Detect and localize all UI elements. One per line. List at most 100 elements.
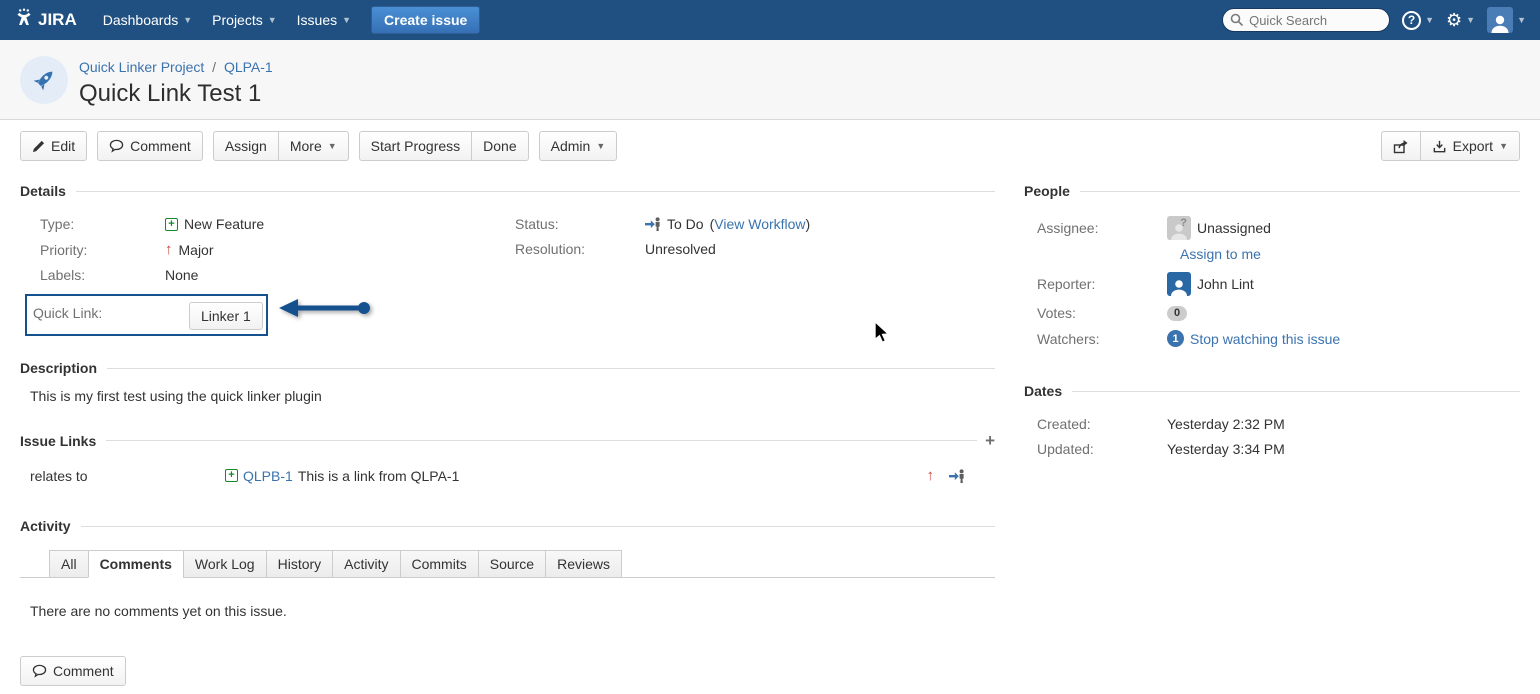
tab-work-log[interactable]: Work Log: [183, 550, 267, 578]
linker-1-button[interactable]: Linker 1: [189, 302, 263, 330]
edit-button-label: Edit: [51, 138, 75, 154]
divider: [106, 440, 977, 441]
no-comments-message: There are no comments yet on this issue.: [30, 603, 995, 619]
more-button[interactable]: More ▼: [278, 131, 349, 161]
jira-logo-icon: [14, 8, 34, 33]
question-mark-icon: ?: [1180, 217, 1187, 229]
assignee-row: Assignee: ? Unassigned: [1024, 212, 1520, 245]
resolution-value: Unresolved: [645, 241, 716, 257]
linked-issue-key[interactable]: QLPB-1: [243, 468, 293, 484]
todo-status-icon: [645, 216, 661, 232]
chevron-down-icon: ▼: [342, 15, 351, 25]
done-button[interactable]: Done: [471, 131, 528, 161]
divider: [107, 368, 995, 369]
assignee-value: Unassigned: [1197, 220, 1271, 236]
nav-dashboards[interactable]: Dashboards ▼: [93, 0, 202, 40]
description-heading: Description: [20, 360, 97, 376]
labels-row: Labels: None: [20, 263, 495, 288]
comment-button-bottom[interactable]: Comment: [20, 656, 126, 686]
type-row: Type: + New Feature: [20, 212, 495, 237]
assign-button[interactable]: Assign: [213, 131, 279, 161]
nav-issues[interactable]: Issues ▼: [287, 0, 361, 40]
admin-settings-menu[interactable]: ⚙ ▼: [1446, 11, 1475, 29]
link-relation: relates to: [30, 468, 225, 484]
tab-comments[interactable]: Comments: [88, 550, 184, 578]
add-link-icon[interactable]: +: [985, 432, 995, 449]
reporter-label: Reporter:: [1024, 276, 1167, 292]
page-title: Quick Link Test 1: [79, 80, 273, 108]
comment-button-label: Comment: [130, 138, 191, 154]
help-menu[interactable]: ? ▼: [1402, 11, 1434, 30]
breadcrumb: Quick Linker Project / QLPA-1: [79, 59, 273, 75]
people-section: People Assignee: ? Unassigned: [1024, 183, 1520, 352]
start-progress-button[interactable]: Start Progress: [359, 131, 472, 161]
divider: [1072, 391, 1520, 392]
updated-row: Updated: Yesterday 3:34 PM: [1024, 437, 1520, 462]
priority-major-icon: ↑: [165, 241, 173, 258]
admin-button[interactable]: Admin ▼: [539, 131, 618, 161]
votes-badge[interactable]: 0: [1167, 306, 1187, 321]
tab-history[interactable]: History: [266, 550, 334, 578]
activity-tabs: All Comments Work Log History Activity C…: [20, 550, 995, 578]
status-value: To Do: [667, 216, 704, 232]
stop-watching-link[interactable]: Stop watching this issue: [1190, 331, 1340, 347]
new-feature-icon: +: [225, 469, 238, 482]
issue-header: Quick Linker Project / QLPA-1 Quick Link…: [0, 40, 1540, 120]
top-navbar: JIRA Dashboards ▼ Projects ▼ Issues ▼ Cr…: [0, 0, 1540, 40]
annotation-arrow: [276, 296, 372, 320]
watchers-badge[interactable]: 1: [1167, 330, 1184, 347]
dates-section: Dates Created: Yesterday 2:32 PM Updated…: [1024, 383, 1520, 462]
breadcrumb-issue-link[interactable]: QLPA-1: [224, 59, 273, 75]
labels-label: Labels:: [20, 267, 165, 283]
chevron-down-icon: ▼: [1425, 15, 1434, 25]
created-label: Created:: [1024, 416, 1167, 432]
assign-to-me-link[interactable]: Assign to me: [1180, 246, 1261, 262]
speech-bubble-icon: [32, 664, 47, 678]
comment-button[interactable]: Comment: [97, 131, 203, 161]
breadcrumb-project-link[interactable]: Quick Linker Project: [79, 59, 204, 75]
share-icon: [1393, 139, 1409, 154]
export-download-icon: [1432, 139, 1447, 154]
updated-label: Updated:: [1024, 441, 1167, 457]
priority-row: Priority: ↑ Major: [20, 237, 495, 263]
tab-all[interactable]: All: [49, 550, 89, 578]
priority-major-icon: ↑: [927, 467, 935, 484]
share-button[interactable]: [1381, 131, 1421, 161]
nav-projects[interactable]: Projects ▼: [202, 0, 287, 40]
chevron-down-icon: ▼: [1466, 15, 1475, 25]
search-input[interactable]: [1222, 8, 1390, 32]
tab-commits[interactable]: Commits: [400, 550, 479, 578]
breadcrumb-separator: /: [208, 59, 220, 75]
jira-logo[interactable]: JIRA: [14, 8, 77, 33]
export-button[interactable]: Export ▼: [1420, 131, 1520, 161]
create-issue-button[interactable]: Create issue: [371, 6, 480, 34]
watchers-row: Watchers: 1 Stop watching this issue: [1024, 326, 1520, 352]
edit-button[interactable]: Edit: [20, 131, 87, 161]
chevron-down-icon: ▼: [183, 15, 192, 25]
votes-row: Votes: 0: [1024, 301, 1520, 326]
resolution-label: Resolution:: [495, 241, 645, 257]
mouse-cursor: [873, 322, 891, 344]
user-menu[interactable]: ▼: [1487, 7, 1526, 33]
view-workflow-link[interactable]: View Workflow: [714, 216, 805, 232]
quicklink-label: Quick Link:: [33, 305, 102, 321]
more-button-label: More: [290, 138, 322, 154]
status-row: Status: To Do (View Workflow): [495, 212, 995, 237]
gear-icon: ⚙: [1446, 11, 1462, 29]
chevron-down-icon: ▼: [268, 15, 277, 25]
unassigned-avatar: ?: [1167, 216, 1191, 240]
tab-source[interactable]: Source: [478, 550, 546, 578]
jira-logo-text: JIRA: [38, 10, 77, 30]
tab-reviews[interactable]: Reviews: [545, 550, 622, 578]
created-row: Created: Yesterday 2:32 PM: [1024, 412, 1520, 437]
reporter-row: Reporter: John Lint: [1024, 268, 1520, 301]
description-section: Description This is my first test using …: [20, 360, 995, 404]
rocket-icon: [30, 66, 58, 94]
divider: [76, 191, 995, 192]
divider: [1080, 191, 1520, 192]
chevron-down-icon: ▼: [328, 141, 337, 151]
description-text: This is my first test using the quick li…: [30, 388, 995, 404]
project-avatar[interactable]: [20, 56, 68, 104]
tab-activity[interactable]: Activity: [332, 550, 400, 578]
activity-heading: Activity: [20, 518, 71, 534]
